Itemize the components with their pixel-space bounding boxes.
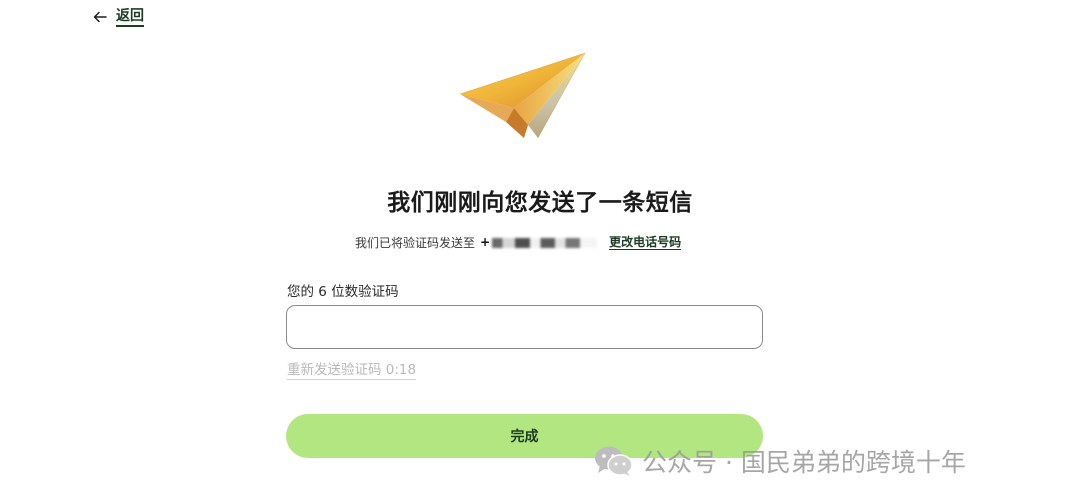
watermark: 公众号 · 国民弟弟的跨境十年 <box>594 443 966 479</box>
wechat-icon <box>595 446 633 476</box>
change-phone-link[interactable]: 更改电话号码 <box>609 235 682 250</box>
page-title: 我们刚刚向您发送了一条短信 <box>387 190 693 216</box>
masked-phone-number: + <box>480 235 598 249</box>
sent-notice-text: 我们已将验证码发送至 <box>355 235 476 250</box>
phone-prefix: + <box>480 235 491 249</box>
back-label: 返回 <box>116 8 144 27</box>
watermark-text: 公众号 · 国民弟弟的跨境十年 <box>642 448 966 477</box>
code-field-label: 您的 6 位数验证码 <box>287 284 399 300</box>
phone-redaction <box>492 237 598 248</box>
resend-code-link[interactable]: 重新发送验证码 0:18 <box>287 361 417 380</box>
arrow-left-icon <box>93 11 107 23</box>
paper-plane-icon <box>459 52 586 138</box>
back-link[interactable]: 返回 <box>93 6 144 28</box>
verification-code-input[interactable] <box>286 305 763 349</box>
sent-notice: 我们已将验证码发送至 + 更改电话号码 <box>355 232 682 252</box>
